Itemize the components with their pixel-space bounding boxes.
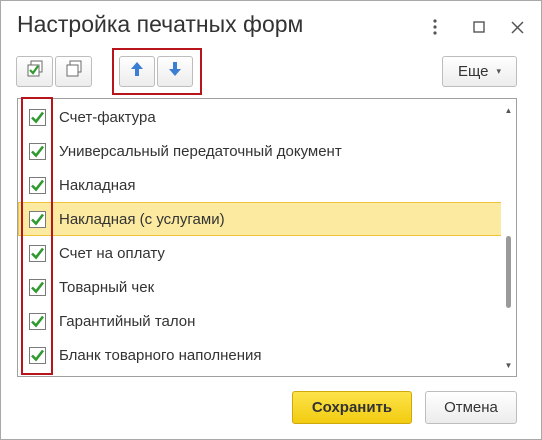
list-item-label: Бланк товарного наполнения <box>59 346 262 364</box>
list-item-label: Универсальный передаточный документ <box>59 142 342 160</box>
save-button[interactable]: Сохранить <box>292 391 412 424</box>
dialog-title: Настройка печатных форм <box>17 11 304 37</box>
check-all-icon <box>25 59 45 84</box>
print-forms-settings-dialog: Настройка печатных форм Еще ▾ Счет-факту… <box>0 0 542 440</box>
list-item-label: Счет-фактура <box>59 108 156 126</box>
checkbox[interactable] <box>29 176 46 194</box>
checkbox[interactable] <box>29 210 46 228</box>
arrow-down-icon <box>168 61 182 82</box>
checkbox[interactable] <box>29 142 46 160</box>
arrow-up-icon <box>130 61 144 82</box>
list-item-label: Гарантийный талон <box>59 312 196 330</box>
more-vertical-icon[interactable] <box>423 15 447 39</box>
checkbox[interactable] <box>29 278 46 296</box>
move-up-button[interactable] <box>119 56 155 87</box>
checkbox[interactable] <box>29 244 46 262</box>
more-label: Еще <box>457 63 489 80</box>
scrollbar-thumb[interactable] <box>506 236 511 308</box>
list-item[interactable]: Гарантийный талон <box>18 304 502 338</box>
list-item[interactable]: Счет на оплату <box>18 236 502 270</box>
list-item[interactable]: Товарный чек <box>18 270 502 304</box>
checkbox[interactable] <box>29 346 46 364</box>
list-item-label: Товарный чек <box>59 278 155 296</box>
more-menu-button[interactable]: Еще ▾ <box>442 56 517 87</box>
list-item[interactable]: Накладная <box>18 168 502 202</box>
uncheck-all-icon <box>64 59 84 84</box>
scroll-up-icon[interactable]: ▲ <box>501 103 516 117</box>
list-item-label: Счет на оплату <box>59 244 165 262</box>
close-icon[interactable] <box>505 15 529 39</box>
list-item-label: Накладная <box>59 176 136 194</box>
maximize-icon[interactable] <box>467 15 491 39</box>
scroll-down-icon[interactable]: ▼ <box>501 358 516 372</box>
cancel-button[interactable]: Отмена <box>425 391 517 424</box>
list-item[interactable]: Бланк товарного наполнения <box>18 338 502 372</box>
checkbox[interactable] <box>29 108 46 126</box>
list-scrollbar[interactable]: ▲ ▼ <box>501 99 516 376</box>
move-down-button[interactable] <box>157 56 193 87</box>
check-all-button[interactable] <box>16 56 53 87</box>
print-forms-list[interactable]: Счет-фактура Универсальный передаточный … <box>17 98 517 377</box>
list-item[interactable]: Счет-фактура <box>18 100 502 134</box>
list-item-label: Накладная (с услугами) <box>59 210 225 228</box>
chevron-down-icon: ▾ <box>496 66 502 76</box>
uncheck-all-button[interactable] <box>55 56 92 87</box>
checkbox[interactable] <box>29 312 46 330</box>
list-item-selected[interactable]: Накладная (с услугами) <box>18 202 502 236</box>
list-item[interactable]: Универсальный передаточный документ <box>18 134 502 168</box>
